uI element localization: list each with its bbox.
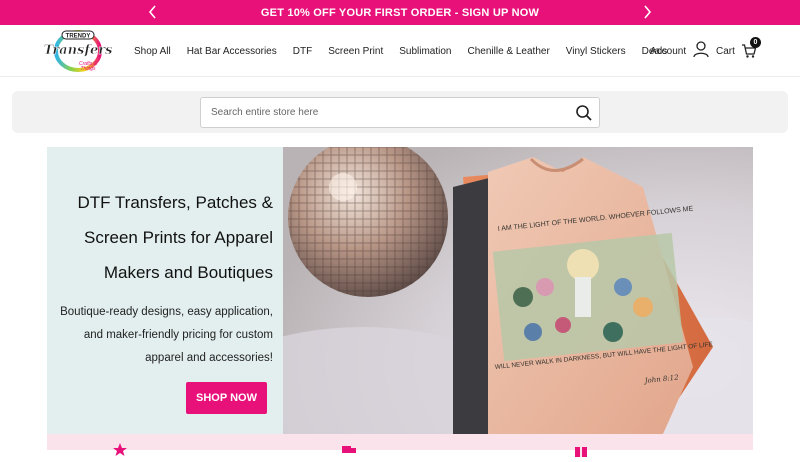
feature-item xyxy=(113,443,127,462)
feature-item xyxy=(342,443,356,462)
cart-count-badge: 0 xyxy=(749,37,761,48)
truck-icon xyxy=(342,443,356,462)
search-input[interactable] xyxy=(201,98,571,127)
svg-text:TRENDY: TRENDY xyxy=(66,34,91,40)
hero-title: DTF Transfers, Patches & Screen Prints f… xyxy=(77,193,273,282)
hero-image[interactable]: I AM THE LIGHT OF THE WORLD. WHOEVER FOL… xyxy=(283,147,753,434)
cart-link[interactable]: Cart 0 xyxy=(716,25,761,77)
feature-item xyxy=(574,443,588,462)
search-bar-band xyxy=(12,91,788,133)
hero-banner: DTF Transfers, Patches & Screen Prints f… xyxy=(47,147,753,434)
shop-now-button[interactable]: SHOP NOW xyxy=(186,382,267,414)
search-box xyxy=(200,97,600,128)
search-icon[interactable] xyxy=(575,104,593,122)
user-icon xyxy=(693,41,709,61)
star-icon xyxy=(113,443,127,462)
account-link[interactable]: Account xyxy=(650,25,709,77)
cart-icon: 0 xyxy=(741,37,761,59)
promo-bar[interactable]: GET 10% OFF YOUR FIRST ORDER - SIGN UP N… xyxy=(0,0,800,25)
promo-text[interactable]: GET 10% OFF YOUR FIRST ORDER - SIGN UP N… xyxy=(261,7,539,19)
svg-text:Things: Things xyxy=(80,66,96,72)
hero-text-panel: DTF Transfers, Patches & Screen Prints f… xyxy=(47,147,283,434)
account-label: Account xyxy=(650,45,687,57)
nav-item-hat-bar-accessories[interactable]: Hat Bar Accessories xyxy=(187,46,277,57)
svg-text:Transfers: Transfers xyxy=(44,43,112,58)
main-nav: Shop All Hat Bar Accessories DTF Screen … xyxy=(126,25,675,77)
chevron-right-icon[interactable] xyxy=(640,5,654,19)
hero-subtitle: Boutique-ready designs, easy application… xyxy=(60,306,273,364)
nav-item-sublimation[interactable]: Sublimation xyxy=(399,46,451,57)
gift-icon xyxy=(574,443,588,462)
nav-item-shop-all[interactable]: Shop All xyxy=(134,46,171,57)
cart-label: Cart xyxy=(716,45,735,57)
site-header: TRENDY Transfers Crafts & Things Shop Al… xyxy=(0,25,800,77)
nav-item-screen-print[interactable]: Screen Print xyxy=(328,46,383,57)
feature-strip xyxy=(47,434,753,457)
site-logo[interactable]: TRENDY Transfers Crafts & Things xyxy=(43,27,113,75)
chevron-left-icon[interactable] xyxy=(146,5,160,19)
nav-item-dtf[interactable]: DTF xyxy=(293,46,312,57)
nav-item-vinyl-stickers[interactable]: Vinyl Stickers xyxy=(566,46,626,57)
nav-item-chenille-leather[interactable]: Chenille & Leather xyxy=(468,46,550,57)
